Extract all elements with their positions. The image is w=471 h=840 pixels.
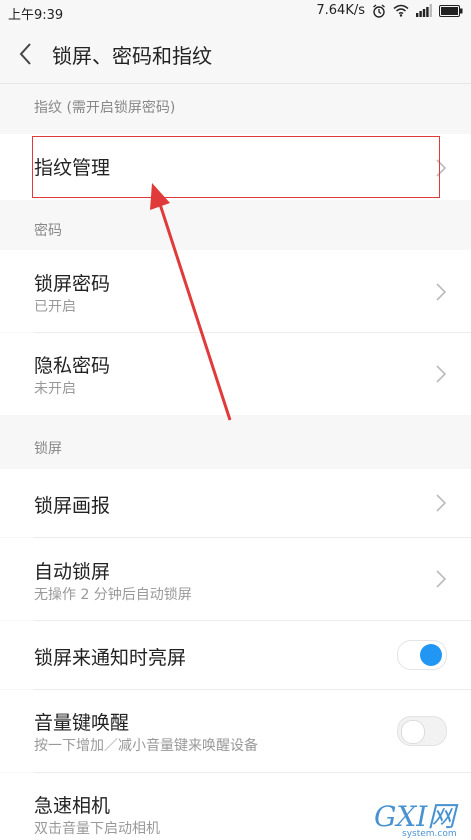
chevron-right-icon	[436, 494, 447, 512]
status-bar: 上午9:39 7.64K/s	[0, 0, 471, 24]
title-bar: 锁屏、密码和指纹	[0, 24, 471, 84]
lock-password-status: 已开启	[34, 299, 76, 315]
section-header-password: 密码	[0, 208, 471, 250]
volume-wake-toggle[interactable]	[397, 716, 447, 746]
auto-lock-subtitle: 无操作 2 分钟后自动锁屏	[34, 587, 192, 603]
privacy-password-item[interactable]: 隐私密码 未开启	[0, 333, 471, 415]
signal-icon	[416, 4, 432, 17]
section-lockscreen-label: 锁屏	[34, 441, 62, 457]
auto-lock-title: 自动锁屏	[34, 561, 111, 583]
watermark-subtext: system.com	[402, 829, 457, 838]
volume-wake-item[interactable]: 音量键唤醒 按一下增加／减小音量键来唤醒设备	[0, 690, 471, 772]
notify-wake-toggle[interactable]	[397, 640, 447, 670]
wifi-icon	[393, 4, 409, 17]
chevron-right-icon	[436, 283, 447, 301]
quick-camera-title: 急速相机	[34, 795, 111, 817]
alarm-icon	[373, 3, 385, 18]
lockscreen-wallpaper-title: 锁屏画报	[34, 495, 111, 517]
lockscreen-wallpaper-item[interactable]: 锁屏画报	[0, 469, 471, 537]
toggle-knob	[401, 720, 425, 744]
status-icons: 7.64K/s	[316, 3, 463, 18]
lock-password-item[interactable]: 锁屏密码 已开启	[0, 250, 471, 332]
lock-password-title: 锁屏密码	[34, 273, 111, 295]
status-time: 上午9:39	[8, 8, 64, 23]
toggle-knob	[420, 644, 442, 666]
notify-wake-title: 锁屏来通知时亮屏	[34, 647, 187, 669]
volume-wake-subtitle: 按一下增加／减小音量键来唤醒设备	[34, 738, 258, 754]
section-header-lockscreen: 锁屏	[0, 423, 471, 469]
volume-wake-title: 音量键唤醒	[34, 712, 130, 734]
network-speed: 7.64K/s	[316, 3, 365, 18]
quick-camera-subtitle: 双击音量下启动相机	[34, 821, 160, 837]
auto-lock-item[interactable]: 自动锁屏 无操作 2 分钟后自动锁屏	[0, 538, 471, 620]
back-arrow-icon[interactable]	[14, 40, 38, 68]
section-header-fingerprint: 指纹 (需开启锁屏密码)	[0, 84, 471, 134]
page-title: 锁屏、密码和指纹	[52, 44, 212, 68]
annotation-highlight-box	[32, 136, 440, 198]
notify-wake-item[interactable]: 锁屏来通知时亮屏	[0, 621, 471, 689]
privacy-password-status: 未开启	[34, 381, 76, 397]
section-password-label: 密码	[34, 223, 62, 239]
battery-icon	[439, 4, 463, 17]
watermark-logo: GXI网 system.com	[374, 800, 459, 838]
privacy-password-title: 隐私密码	[34, 355, 111, 377]
chevron-right-icon	[436, 570, 447, 588]
section-fingerprint-label: 指纹 (需开启锁屏密码)	[34, 100, 176, 116]
chevron-right-icon	[436, 365, 447, 383]
